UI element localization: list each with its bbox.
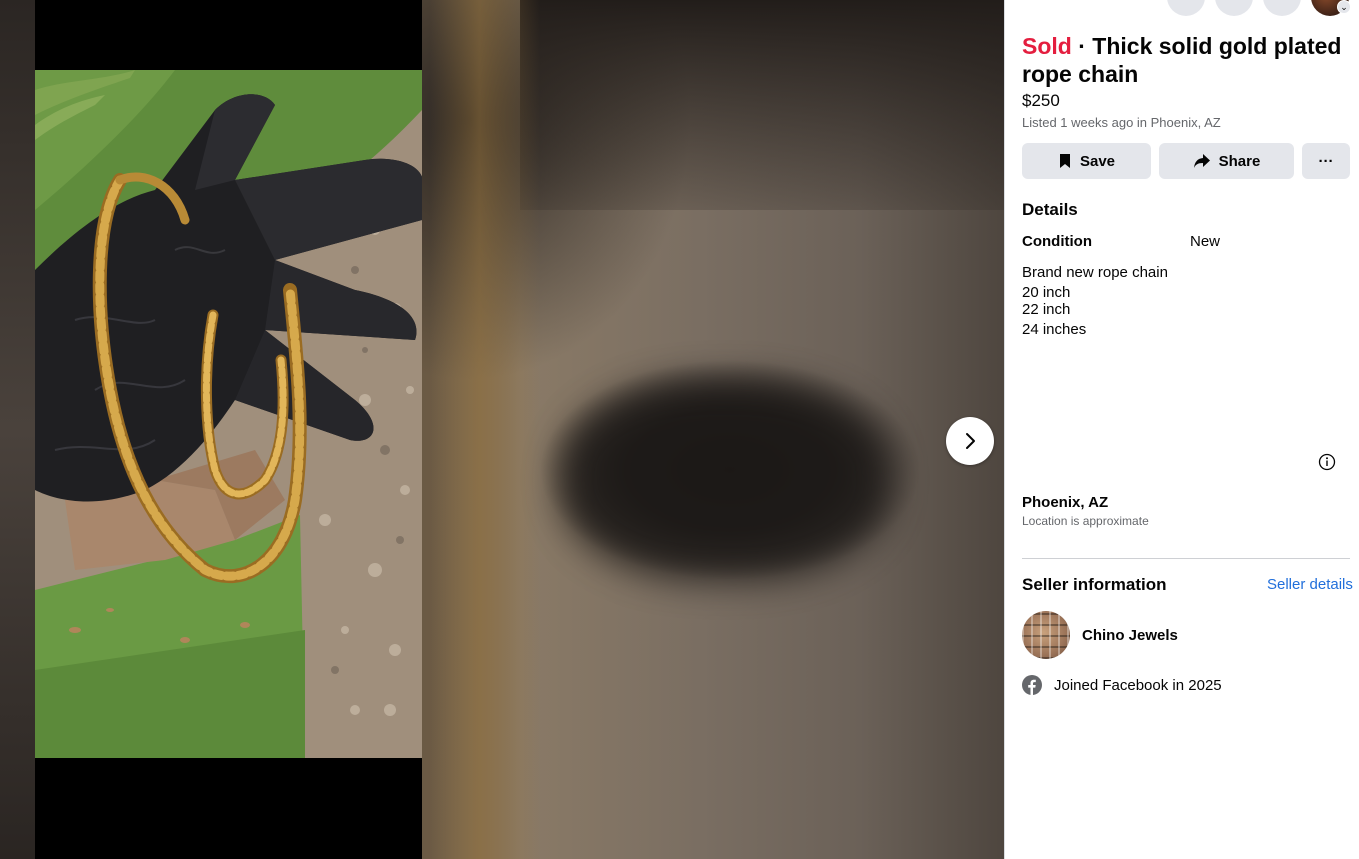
- listing-photo[interactable]: [35, 70, 422, 758]
- viewer-edge-blur: [0, 0, 35, 859]
- description-line: 24 inches: [1022, 321, 1087, 338]
- blurred-background-blob: [560, 380, 890, 580]
- info-icon[interactable]: [1318, 453, 1336, 471]
- seller-name[interactable]: Chino Jewels: [1082, 627, 1178, 644]
- blurred-background-top: [520, 0, 1004, 210]
- menu-icon[interactable]: [1167, 0, 1205, 16]
- sold-status: Sold: [1022, 33, 1072, 59]
- location-city: Phoenix, AZ: [1022, 494, 1109, 511]
- details-heading: Details: [1022, 200, 1078, 219]
- listing-actions: Save Share ···: [1022, 143, 1350, 179]
- messenger-icon[interactable]: [1215, 0, 1253, 16]
- rope-chain-photo: [35, 70, 422, 758]
- seller-info-heading: Seller information: [1022, 575, 1167, 594]
- chevron-right-icon: [966, 433, 975, 449]
- blurred-background-streak: [430, 0, 540, 859]
- listing-description: Brand new rope chain 20 inch 22 inch 24 …: [1022, 264, 1168, 338]
- listing-title: Sold · Thick solid gold plated rope chai…: [1022, 32, 1354, 88]
- description-line: 22 inch: [1022, 301, 1071, 318]
- joined-facebook-text: Joined Facebook in 2025: [1054, 677, 1222, 694]
- account-caret-icon[interactable]: ⌄: [1337, 0, 1351, 14]
- more-options-button[interactable]: ···: [1302, 143, 1350, 179]
- seller-avatar[interactable]: [1022, 611, 1070, 659]
- condition-value: New: [1190, 233, 1221, 250]
- share-button-label: Share: [1218, 152, 1261, 170]
- bookmark-icon: [1059, 154, 1070, 168]
- share-arrow-icon: [1193, 154, 1210, 168]
- description-line: 20 inch: [1022, 284, 1071, 301]
- description-line: Brand new rope chain: [1022, 264, 1168, 281]
- save-button-label: Save: [1079, 152, 1116, 170]
- next-photo-button[interactable]: [946, 417, 994, 465]
- condition-label: Condition: [1022, 233, 1092, 250]
- more-icon: ···: [1318, 152, 1334, 170]
- save-button[interactable]: Save: [1022, 143, 1151, 179]
- location-note: Location is approximate: [1022, 514, 1149, 528]
- listing-meta: Listed 1 weeks ago in Phoenix, AZ: [1022, 115, 1221, 130]
- listing-details-panel: ⌄ Sold · Thick solid gold plated rope ch…: [1004, 0, 1359, 859]
- listing-price: $250: [1022, 91, 1060, 110]
- seller-details-link[interactable]: Seller details: [1267, 576, 1353, 593]
- facebook-icon: [1022, 675, 1042, 695]
- share-button[interactable]: Share: [1159, 143, 1294, 179]
- media-viewer: [0, 0, 1004, 859]
- notifications-icon[interactable]: [1263, 0, 1301, 16]
- title-separator: ·: [1071, 33, 1093, 59]
- divider: [1022, 558, 1350, 559]
